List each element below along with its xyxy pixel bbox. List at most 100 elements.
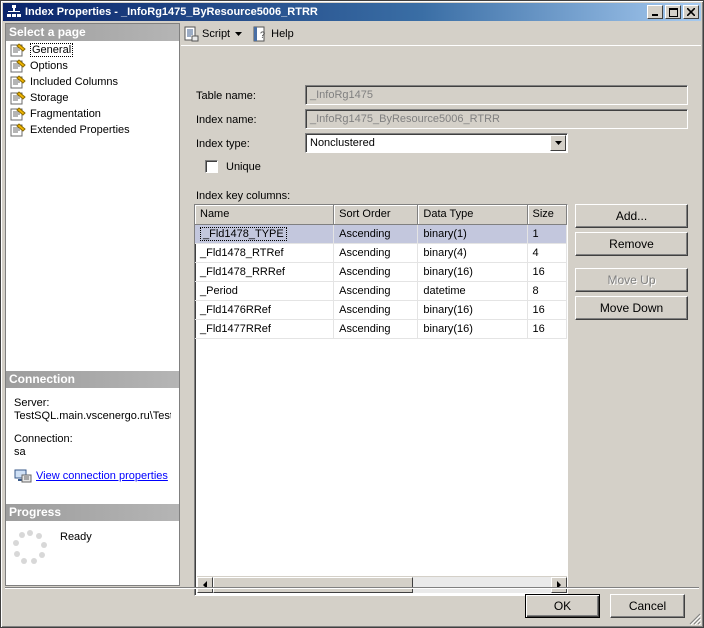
- cell-size: 4: [527, 243, 567, 263]
- select-page-header: Select a page: [6, 24, 179, 41]
- close-icon: [687, 8, 695, 16]
- close-button[interactable]: [683, 5, 699, 19]
- cell-size: 1: [527, 224, 567, 244]
- help-button[interactable]: ? Help: [252, 26, 294, 42]
- cell-name: _Fld1478_RRRef: [195, 262, 335, 282]
- progress-header: Progress: [6, 504, 179, 521]
- table-row[interactable]: _Fld1478_TYPE Ascending binary(1) 1: [195, 224, 567, 244]
- index-key-columns-label: Index key columns:: [196, 190, 291, 202]
- script-button[interactable]: Script: [183, 26, 246, 42]
- index-type-select[interactable]: Nonclustered: [305, 133, 568, 153]
- cell-sort-order[interactable]: Ascending: [333, 243, 419, 263]
- key-columns-table: Name Sort Order Data Type Size _Fld1478_…: [195, 205, 567, 339]
- page-icon: [10, 123, 26, 137]
- index-name-label: Index name:: [196, 114, 257, 126]
- maximize-button[interactable]: [665, 5, 681, 19]
- sidebar-item-extended-properties[interactable]: Extended Properties: [6, 122, 179, 138]
- page-icon: [10, 59, 26, 73]
- cell-name: _Period: [195, 281, 335, 301]
- connection-properties-icon: [14, 469, 32, 483]
- index-type-dropdown-button[interactable]: [550, 135, 566, 151]
- index-key-columns-grid[interactable]: Name Sort Order Data Type Size _Fld1478_…: [194, 204, 568, 596]
- sidebar-item-label: Fragmentation: [30, 108, 101, 120]
- unique-checkbox[interactable]: [205, 160, 218, 173]
- scroll-thumb[interactable]: [213, 577, 413, 593]
- dropdown-arrow-icon: [235, 32, 243, 36]
- cell-sort-order[interactable]: Ascending: [333, 224, 419, 244]
- cell-size: 16: [527, 300, 567, 320]
- page-icon: [10, 43, 26, 57]
- sidebar-item-general[interactable]: General: [6, 42, 179, 58]
- cell-sort-order[interactable]: Ascending: [333, 300, 419, 320]
- scroll-right-button[interactable]: [551, 577, 567, 593]
- sidebar-item-label: Extended Properties: [30, 124, 130, 136]
- index-type-label: Index type:: [196, 138, 250, 150]
- scroll-left-button[interactable]: [197, 577, 213, 593]
- window-title: Index Properties - _InfoRg1475_ByResourc…: [25, 6, 318, 18]
- cell-data-type: binary(16): [417, 262, 528, 282]
- minimize-icon: [652, 14, 658, 16]
- cell-sort-order[interactable]: Ascending: [333, 281, 419, 301]
- column-header-name[interactable]: Name: [195, 205, 335, 225]
- chevron-down-icon: [554, 141, 562, 145]
- connection-header: Connection: [6, 371, 179, 388]
- table-name-label: Table name:: [196, 90, 256, 102]
- ok-button[interactable]: OK: [525, 594, 600, 618]
- unique-label: Unique: [226, 161, 261, 173]
- sidebar-item-included-columns[interactable]: Included Columns: [6, 74, 179, 90]
- index-icon: [7, 5, 21, 17]
- sidebar-item-label: Options: [30, 60, 68, 72]
- sidebar-item-fragmentation[interactable]: Fragmentation: [6, 106, 179, 122]
- minimize-button[interactable]: [647, 5, 663, 19]
- server-value: TestSQL.main.vscenergo.ru\TestS: [14, 410, 171, 422]
- help-icon: ?: [253, 26, 265, 42]
- table-row[interactable]: _Period Ascending datetime 8: [195, 281, 567, 301]
- resize-grip-icon[interactable]: [689, 613, 701, 625]
- right-panel: Script ? Help Table name: _InfoRg1475 In…: [181, 23, 701, 596]
- cell-sort-order[interactable]: Ascending: [333, 319, 419, 339]
- move-down-button[interactable]: Move Down: [575, 296, 688, 320]
- page-icon: [10, 75, 26, 89]
- horizontal-scrollbar[interactable]: [197, 576, 567, 593]
- page-icon: [10, 91, 26, 105]
- cell-size: 8: [527, 281, 567, 301]
- connection-label: Connection:: [14, 433, 73, 445]
- view-connection-properties-link[interactable]: View connection properties: [36, 470, 168, 483]
- column-header-sort-order[interactable]: Sort Order: [333, 205, 419, 225]
- cell-name: _Fld1477RRef: [195, 319, 335, 339]
- progress-status: Ready: [60, 531, 92, 543]
- cell-name: _Fld1478_TYPE: [200, 226, 287, 241]
- index-name-field: _InfoRg1475_ByResource5006_RTRR: [305, 109, 688, 129]
- table-row[interactable]: _Fld1477RRef Ascending binary(16) 16: [195, 319, 567, 339]
- column-header-size[interactable]: Size: [527, 205, 567, 225]
- cell-data-type: binary(1): [417, 224, 528, 244]
- sidebar-item-options[interactable]: Options: [6, 58, 179, 74]
- move-up-button[interactable]: Move Up: [575, 268, 688, 292]
- cell-data-type: binary(4): [417, 243, 528, 263]
- index-type-value: Nonclustered: [310, 137, 375, 149]
- general-page: Table name: _InfoRg1475 Index name: _Inf…: [181, 45, 701, 596]
- table-row[interactable]: _Fld1478_RTRef Ascending binary(4) 4: [195, 243, 567, 263]
- cell-data-type: datetime: [417, 281, 528, 301]
- cell-name: _Fld1478_RTRef: [195, 243, 335, 263]
- remove-button[interactable]: Remove: [575, 232, 688, 256]
- column-header-data-type[interactable]: Data Type: [417, 205, 528, 225]
- sidebar-item-storage[interactable]: Storage: [6, 90, 179, 106]
- connection-value: sa: [14, 446, 26, 458]
- script-label: Script: [202, 28, 231, 40]
- sidebar-item-label: Storage: [30, 92, 69, 104]
- title-bar[interactable]: Index Properties - _InfoRg1475_ByResourc…: [3, 3, 701, 21]
- sidebar-item-label: General: [30, 43, 74, 57]
- script-icon: [184, 26, 199, 42]
- table-row[interactable]: _Fld1478_RRRef Ascending binary(16) 16: [195, 262, 567, 282]
- cancel-button[interactable]: Cancel: [610, 594, 685, 618]
- left-panel: Select a page General Options Included C…: [5, 23, 180, 586]
- table-row[interactable]: _Fld1476RRef Ascending binary(16) 16: [195, 300, 567, 320]
- cell-size: 16: [527, 262, 567, 282]
- page-icon: [10, 107, 26, 121]
- cell-size: 16: [527, 319, 567, 339]
- cell-sort-order[interactable]: Ascending: [333, 262, 419, 282]
- svg-text:?: ?: [260, 30, 265, 40]
- add-button[interactable]: Add...: [575, 204, 688, 228]
- maximize-icon: [668, 7, 678, 17]
